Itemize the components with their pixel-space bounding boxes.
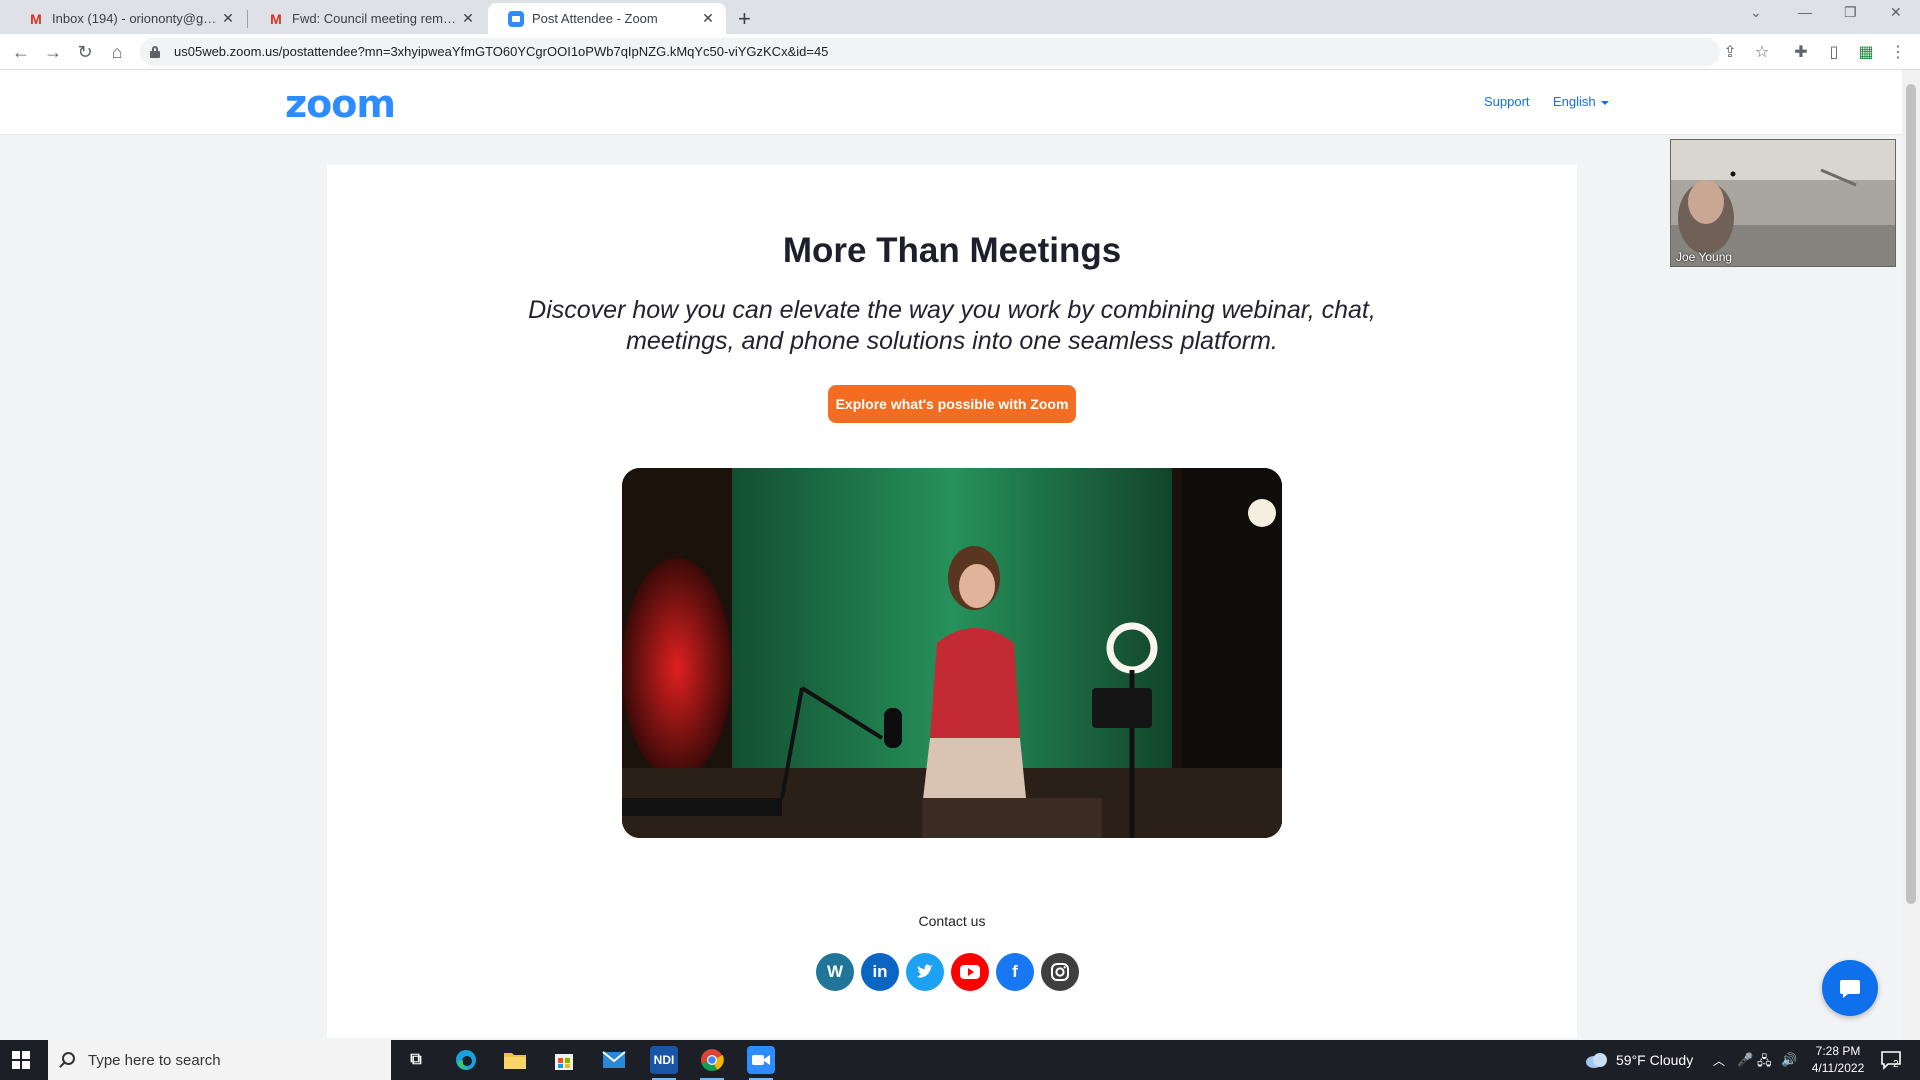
scrollbar-thumb[interactable] <box>1906 84 1916 904</box>
side-panel-icon[interactable]: ▯ <box>1824 42 1844 62</box>
windows-taskbar: Type here to search ⧉ NDI 59°F Cloudy ︿ … <box>0 1040 1920 1080</box>
home-icon[interactable]: ⌂ <box>106 41 128 63</box>
explore-zoom-button[interactable]: Explore what's possible with Zoom <box>828 385 1076 423</box>
twitter-icon[interactable] <box>906 953 944 991</box>
new-tab-button[interactable]: + <box>738 6 751 32</box>
zoom-app-icon[interactable] <box>747 1046 775 1080</box>
forward-icon[interactable]: → <box>42 41 64 63</box>
page-subtitle: Discover how you can elevate the way you… <box>528 296 1376 355</box>
hero-image <box>622 468 1282 838</box>
tab-zoom-post-attendee[interactable]: Post Attendee - Zoom ✕ <box>488 3 726 34</box>
tab-label: Post Attendee - Zoom <box>532 11 658 26</box>
close-window-icon[interactable]: ✕ <box>1890 4 1902 21</box>
chrome-icon[interactable] <box>698 1046 726 1080</box>
close-icon[interactable]: ✕ <box>220 10 236 27</box>
search-placeholder: Type here to search <box>88 1051 221 1069</box>
extensions-icon[interactable]: ✚ <box>1791 42 1811 62</box>
address-bar[interactable]: us05web.zoom.us/postattendee?mn=3xhyipwe… <box>140 38 1720 66</box>
ndi-label: NDI <box>653 1053 675 1067</box>
search-icon <box>62 1052 75 1065</box>
support-link[interactable]: Support <box>1484 94 1530 109</box>
task-view-icon[interactable]: ⧉ <box>402 1046 430 1074</box>
notification-center-icon[interactable]: 2 <box>1880 1050 1902 1070</box>
notification-count: 2 <box>1893 1059 1899 1070</box>
tab-gmail-inbox[interactable]: M Inbox (194) - oriononty@gmail.c ✕ <box>8 3 246 34</box>
page-title: More Than Meetings <box>782 231 1122 270</box>
facebook-icon[interactable]: f <box>996 953 1034 991</box>
taskbar-search[interactable]: Type here to search <box>48 1040 391 1080</box>
language-label: English <box>1553 94 1596 109</box>
gmail-icon: M <box>30 10 42 27</box>
tab-gmail-fwd[interactable]: M Fwd: Council meeting remote - o ✕ <box>248 3 486 34</box>
clock-date: 4/11/2022 <box>1811 1061 1865 1075</box>
edge-icon[interactable] <box>452 1046 480 1074</box>
chevron-down-icon <box>1600 100 1609 105</box>
instagram-icon[interactable] <box>1041 953 1079 991</box>
promo-card: More Than Meetings Discover how you can … <box>327 165 1577 1038</box>
weather-icon[interactable] <box>1585 1051 1609 1074</box>
restore-icon[interactable]: ❐ <box>1844 4 1857 21</box>
youtube-icon[interactable] <box>951 953 989 991</box>
tab-search-icon[interactable]: ⌄ <box>1750 4 1762 21</box>
profile-icon[interactable]: ▦ <box>1856 42 1876 62</box>
zoom-logo[interactable]: zoom <box>285 82 396 126</box>
taskbar-clock[interactable]: 7:28 PM 4/11/2022 <box>1808 1043 1868 1077</box>
participant-name: Joe Young <box>1676 250 1733 264</box>
close-icon[interactable]: ✕ <box>460 10 476 27</box>
browser-toolbar: ← → ↻ ⌂ us05web.zoom.us/postattendee?mn=… <box>0 34 1920 70</box>
microphone-icon[interactable]: 🎤 <box>1737 1052 1753 1068</box>
store-icon[interactable] <box>550 1046 578 1074</box>
file-explorer-icon[interactable] <box>501 1046 529 1074</box>
back-icon[interactable]: ← <box>10 41 32 63</box>
clock-time: 7:28 PM <box>1815 1044 1861 1058</box>
reload-icon[interactable]: ↻ <box>74 41 96 63</box>
url-text[interactable]: us05web.zoom.us/postattendee?mn=3xhyipwe… <box>174 44 828 59</box>
bookmark-star-icon[interactable]: ☆ <box>1752 42 1772 62</box>
minimize-icon[interactable]: — <box>1798 4 1812 20</box>
site-header: zoom Support English <box>0 70 1902 135</box>
windows-start-icon[interactable] <box>12 1051 30 1069</box>
lock-icon <box>150 46 160 58</box>
participant-video-frame <box>1671 140 1895 266</box>
chat-bubble-icon <box>1840 980 1860 998</box>
volume-icon[interactable]: 🔊 <box>1781 1052 1797 1068</box>
show-hidden-icons-icon[interactable]: ︿ <box>1713 1052 1725 1069</box>
linkedin-icon[interactable]: in <box>861 953 899 991</box>
ndi-app-icon[interactable]: NDI <box>650 1046 678 1080</box>
page-scrollbar[interactable] <box>1902 70 1920 1040</box>
contact-us-label: Contact us <box>918 913 986 929</box>
zoom-icon <box>508 10 524 27</box>
mail-icon[interactable] <box>600 1046 628 1074</box>
close-icon[interactable]: ✕ <box>700 10 716 27</box>
browser-tab-bar: M Inbox (194) - oriononty@gmail.c ✕ M Fw… <box>0 0 1920 34</box>
chat-button[interactable] <box>1822 960 1878 1016</box>
tab-label: Fwd: Council meeting remote - o <box>292 11 460 26</box>
studio-illustration <box>622 468 1282 838</box>
menu-icon[interactable]: ⋮ <box>1888 42 1908 62</box>
language-selector[interactable]: English <box>1553 94 1609 109</box>
participant-video[interactable]: Joe Young <box>1670 139 1896 267</box>
gmail-icon: M <box>270 10 282 27</box>
tab-label: Inbox (194) - oriononty@gmail.c <box>52 11 220 26</box>
network-icon[interactable]: 🖧 <box>1757 1052 1772 1074</box>
weather-text[interactable]: 59°F Cloudy <box>1616 1052 1693 1068</box>
share-icon[interactable]: ⇪ <box>1720 42 1740 62</box>
wordpress-icon[interactable]: W <box>816 953 854 991</box>
